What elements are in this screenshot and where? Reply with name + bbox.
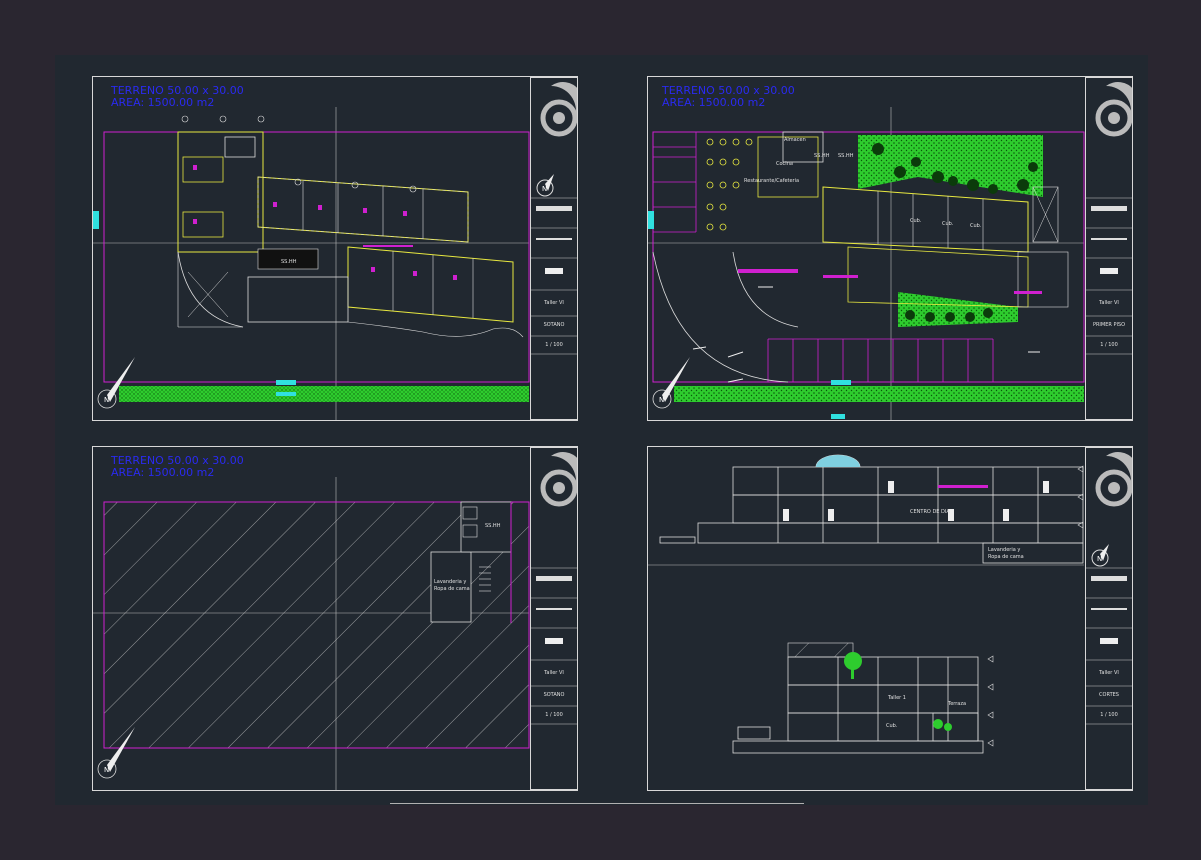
title-block-course: Taller VI (1099, 300, 1119, 306)
title-block-scale: 1 / 100 (1100, 712, 1118, 718)
room-label-ssh: SS.HH (814, 153, 830, 159)
room-label-ssh: SS.HH (485, 523, 501, 529)
sheet-basement-hatched[interactable]: N TERRENO 50.00 x 30.00 AREA: 1500.00 m2… (92, 446, 578, 791)
cad-viewport[interactable]: N TERRENO 50.00 x 30.00 AREA: 1500.00 m2… (55, 55, 1148, 805)
title-block: Taller VI SOTANO 1 / 100 (530, 447, 578, 790)
title-block-sheet-name: PRIMER PISO (1092, 322, 1126, 328)
section-label-terraza: Terraza (948, 701, 967, 707)
title-block-sheet-name: SOTANO (543, 322, 565, 328)
sheet-sections[interactable]: CENTRO DE DIA Lavanderia y Ropa de cama … (647, 446, 1133, 791)
svg-text:N: N (659, 396, 664, 404)
title-block-course: Taller VI (544, 670, 564, 676)
svg-text:N: N (104, 396, 109, 404)
first-floor-plan-drawing: N (648, 107, 1085, 420)
title-block-sheet-name: SOTANO (543, 692, 565, 698)
room-label-ssh: SS.HH (838, 153, 854, 159)
room-label-cub: Cub. (970, 223, 982, 229)
sections-drawing (648, 454, 1084, 754)
basement-plan-drawing: N (93, 107, 530, 420)
sheet-first-floor-plan[interactable]: N TERRENO 50.00 x 30.00 AREA: 1500.00 m2… (647, 76, 1133, 421)
section-label-lavanderia: Lavanderia y (988, 547, 1021, 553)
room-label-cub: Cub. (942, 221, 954, 227)
title-block-logo: N (1086, 452, 1132, 725)
svg-text:N: N (1097, 555, 1102, 563)
section-label-ropa: Ropa de cama (988, 554, 1024, 560)
room-label-almacen: Almacen (784, 137, 806, 143)
room-label: SS.HH (281, 259, 297, 265)
terrain-area-label: AREA: 1500.00 m2 (662, 96, 766, 109)
section-label-taller: Taller 1 (888, 695, 906, 701)
room-label-restaurante: Restaurante/Cafeteria (744, 178, 800, 184)
title-block-logo (531, 452, 577, 725)
section-label-centro: CENTRO DE DIA (910, 509, 950, 515)
title-block-scale: 1 / 100 (545, 712, 563, 718)
room-label-ropa: Ropa de cama (434, 586, 470, 592)
basement-hatched-drawing: N (93, 477, 530, 790)
title-block-course: Taller VI (544, 300, 564, 306)
terrain-area-label: AREA: 1500.00 m2 (111, 466, 215, 479)
room-label-cocina: Cocina (776, 161, 793, 167)
terrain-area-label: AREA: 1500.00 m2 (111, 96, 215, 109)
room-label-lavanderia: Lavanderia y (434, 579, 467, 585)
svg-text:N: N (542, 185, 547, 193)
title-block-course: Taller VI (1099, 670, 1119, 676)
title-block-scale: 1 / 100 (545, 342, 563, 348)
title-block-logo (1086, 82, 1132, 355)
room-label-cub: Cub. (910, 218, 922, 224)
title-block-scale: 1 / 100 (1100, 342, 1118, 348)
title-block: N Taller VI CORTES 1 / 100 (1085, 447, 1133, 790)
title-block: N Taller VI SOTANO 1 / 100 (530, 77, 578, 420)
viewport-bottom-rule (390, 803, 804, 804)
svg-text:N: N (104, 766, 109, 774)
title-block-logo: N (531, 82, 577, 355)
section-label-cub: Cub. (886, 723, 898, 729)
sheet-basement-plan[interactable]: N TERRENO 50.00 x 30.00 AREA: 1500.00 m2… (92, 76, 578, 421)
title-block: Taller VI PRIMER PISO 1 / 100 (1085, 77, 1133, 420)
title-block-sheet-name: CORTES (1099, 692, 1119, 698)
